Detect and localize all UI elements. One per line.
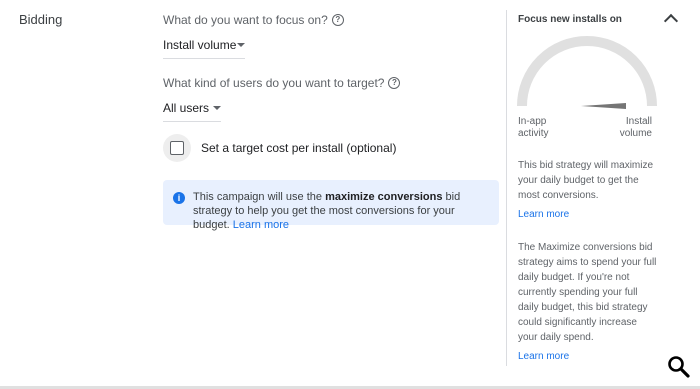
- help-icon[interactable]: ?: [331, 14, 344, 26]
- sidebar-paragraph-2: The Maximize conversions bid strategy ai…: [518, 242, 657, 343]
- gauge-left-label: In-app activity: [518, 116, 549, 139]
- section-title: Bidding: [19, 12, 63, 27]
- sidebar-learn-more-link-1[interactable]: Learn more: [518, 209, 569, 220]
- focus-question: What do you want to focus on? ?: [163, 13, 344, 27]
- dropdown-caret-icon: [213, 106, 221, 110]
- gauge-track: [517, 36, 657, 107]
- info-text-bold: maximize conversions: [325, 191, 443, 203]
- target-cost-label[interactable]: Set a target cost per install (optional): [201, 141, 396, 155]
- sidebar-title: Focus new installs on: [518, 14, 622, 25]
- target-cost-checkbox[interactable]: [170, 141, 184, 155]
- target-cost-option[interactable]: Set a target cost per install (optional): [163, 134, 396, 162]
- help-icon[interactable]: ?: [388, 77, 401, 89]
- sidebar-paragraph-1: This bid strategy will maximize your dai…: [518, 160, 654, 201]
- info-text: This campaign will use the maximize conv…: [193, 180, 493, 231]
- users-select[interactable]: All users: [163, 101, 221, 122]
- dropdown-caret-icon: [237, 43, 245, 47]
- focus-select-value: Install volume: [163, 38, 237, 52]
- gauge-right-label: Install volume: [619, 116, 652, 139]
- info-learn-more-link[interactable]: Learn more: [233, 219, 289, 231]
- sidebar-learn-more-link-2[interactable]: Learn more: [518, 351, 569, 362]
- panel-divider: [506, 10, 507, 366]
- focus-select[interactable]: Install volume: [163, 38, 245, 59]
- chevron-up-icon[interactable]: [663, 13, 679, 29]
- info-text-before: This campaign will use the: [193, 191, 326, 203]
- strategy-gauge: [517, 36, 657, 109]
- users-question-text: What kind of users do you want to target…: [163, 76, 385, 90]
- search-icon[interactable]: [667, 355, 691, 379]
- focus-question-text: What do you want to focus on?: [163, 13, 328, 27]
- gauge-needle: [581, 103, 626, 109]
- users-question: What kind of users do you want to target…: [163, 76, 401, 90]
- checkbox-halo[interactable]: [163, 134, 191, 162]
- info-icon: i: [173, 192, 185, 204]
- info-banner: i This campaign will use the maximize co…: [163, 180, 499, 231]
- users-select-value: All users: [163, 101, 210, 115]
